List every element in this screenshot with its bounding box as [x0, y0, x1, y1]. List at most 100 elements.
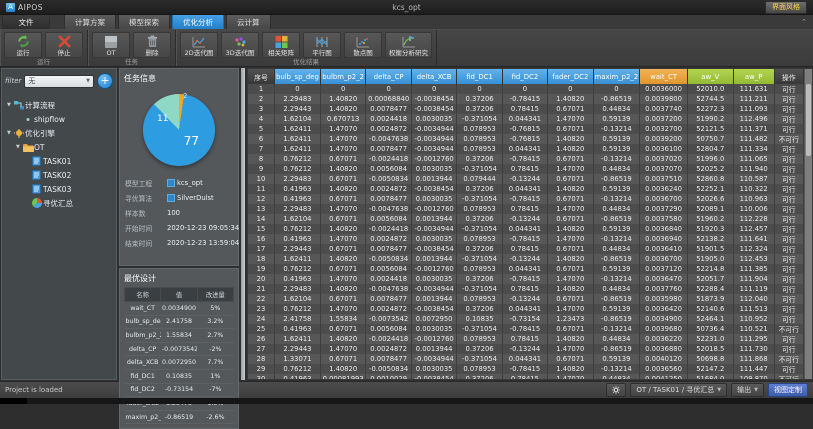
output-button[interactable]: 输出 ▼ [731, 383, 764, 397]
column-header[interactable]: fid_DC2 [502, 69, 547, 84]
column-header[interactable]: 序号 [248, 69, 275, 84]
tab-4[interactable]: 云计算 [226, 14, 271, 29]
ribbon-button[interactable]: 3D迭代图 [221, 32, 259, 58]
ribbon-button[interactable]: 删除 [133, 32, 171, 58]
ribbon-button[interactable]: 权衡分析研究 [385, 32, 432, 58]
settings-button[interactable] [606, 383, 626, 397]
table-row[interactable]: 272.294431.470700.00248720.00139440.3720… [248, 344, 804, 354]
view-customize-button[interactable]: 视图定制 [768, 383, 808, 397]
table-row[interactable]: 141.621040.670710.00560840.00139440.3720… [248, 214, 804, 224]
table-row[interactable]: 250.419630.670710.00560840.0030035-0.371… [248, 324, 804, 334]
scrollbar-thumb[interactable] [806, 84, 811, 156]
column-header[interactable]: aw_V [687, 69, 733, 84]
table-row[interactable]: 1000000000.003600052010.0111.631可行 [248, 84, 804, 94]
table-row[interactable]: 300.419630.000819930.0010029-0.00384540.… [248, 374, 804, 380]
best-design-row[interactable]: wait_CT 0.0034900 5% [125, 302, 234, 316]
tab-0[interactable]: 文件 [2, 14, 50, 29]
sidebar-item-shipflow[interactable]: shipflow [5, 112, 113, 126]
table-row[interactable]: 90.762121.408200.00560840.0030035-0.3710… [248, 164, 804, 174]
tradeoff-icon [401, 34, 416, 49]
table-row[interactable]: 290.762121.40820-0.00508340.00300350.078… [248, 364, 804, 374]
tab-1[interactable]: 计算方案 [64, 14, 116, 29]
results-table: 序号bulb_sp_degbulbm_p2_2delta_CPdelta_XCB… [248, 69, 804, 380]
sidebar-item-task03[interactable]: TASK03 [5, 182, 113, 196]
column-header[interactable]: wait_CT [640, 69, 688, 84]
column-header[interactable]: fid_DC1 [457, 69, 502, 84]
best-design-row[interactable]: bulbm_p2_2 1.55834 2.7% [125, 329, 234, 343]
tab-2[interactable]: 模型探索 [118, 14, 170, 29]
best-design-row[interactable]: delta_CP -0.0073542 -2% [125, 342, 234, 356]
table-row[interactable]: 61.624111.47070-0.0047638-0.00349440.078… [248, 134, 804, 144]
best-design-row[interactable]: bulb_sp_deg 2.41758 3.2% [125, 315, 234, 329]
column-header[interactable]: delta_CP [366, 69, 411, 84]
column-header[interactable]: 操作 [774, 69, 803, 84]
status-message: Project is loaded [5, 386, 63, 394]
ribbon-button[interactable]: 散点图 [344, 32, 382, 58]
best-design-row[interactable]: delta_XCB 0.0072950 7.7% [125, 356, 234, 370]
ribbon-button[interactable]: 平行图 [303, 32, 341, 58]
table-row[interactable]: 32.294431.408200.0078477-0.00384540.3720… [248, 104, 804, 114]
table-row[interactable]: 80.762120.67071-0.0024418-0.00127600.372… [248, 154, 804, 164]
scatter-icon [356, 34, 370, 49]
best-design-row[interactable]: fid_DC1 0.10835 1% [125, 369, 234, 383]
table-row[interactable]: 230.762121.470700.0024872-0.00384540.372… [248, 304, 804, 314]
column-header[interactable]: bulb_sp_deg [275, 69, 321, 84]
table-row[interactable]: 221.621040.670710.00784770.00139440.0789… [248, 294, 804, 304]
tab-3[interactable]: 优化分析 [172, 14, 224, 29]
table-row[interactable]: 110.419631.408200.0024872-0.00384540.372… [248, 184, 804, 194]
status-cell: 不可行 [774, 374, 803, 380]
table-row[interactable]: 181.624111.40820-0.00508340.0013944-0.37… [248, 254, 804, 264]
table-row[interactable]: 71.624111.470700.0078477-0.00349440.0789… [248, 144, 804, 154]
column-header[interactable]: fader_DC2 [548, 69, 593, 84]
table-scrollbar[interactable] [804, 69, 812, 379]
expander-icon[interactable]: ▼ [16, 144, 23, 150]
table-row[interactable]: 160.419631.470700.00248720.00300350.0789… [248, 234, 804, 244]
table-row[interactable]: 132.294831.47070-0.0047638-0.00127600.07… [248, 204, 804, 214]
table-row[interactable]: 102.294830.67071-0.00508340.00139440.079… [248, 174, 804, 184]
best-design-row[interactable]: fid_DC2 -0.73154 -7% [125, 383, 234, 397]
table-row[interactable]: 200.419631.470700.00244180.00300350.3720… [248, 274, 804, 284]
ribbon-button[interactable]: 相关矩阵 [262, 32, 300, 58]
table-row[interactable]: 190.762120.670710.0056084-0.00127600.078… [248, 264, 804, 274]
ribbon-collapse-chevron[interactable]: ⌃ [801, 18, 807, 26]
sidebar-item-task01[interactable]: TASK01 [5, 154, 113, 168]
column-header[interactable]: aw_P [733, 69, 774, 84]
table-row[interactable]: 51.624111.470700.0024872-0.00349440.0789… [248, 124, 804, 134]
sidebar-item-task02[interactable]: TASK02 [5, 168, 113, 182]
best-col-header: 值 [161, 288, 197, 302]
ribbon-button[interactable]: 停止 [45, 32, 83, 58]
filter-select[interactable]: 无 ▼ [24, 75, 94, 88]
style-button[interactable]: 界面风格 [765, 1, 807, 14]
expander-icon[interactable]: ▼ [7, 130, 14, 136]
table-row[interactable]: 22.294831.408200.00068840-0.00384540.372… [248, 94, 804, 104]
add-button[interactable]: + [97, 73, 113, 89]
flow-icon [14, 100, 25, 110]
table-row[interactable]: 261.624111.40820-0.0024418-0.00127600.07… [248, 334, 804, 344]
bottom-strip [0, 398, 813, 404]
status-cell: 不可行 [774, 134, 803, 144]
window-title: kcs_opt [0, 3, 813, 12]
table-row[interactable]: 150.762121.40820-0.0024418-0.0034944-0.3… [248, 224, 804, 234]
table-row[interactable]: 172.294430.670710.0078477-0.00384540.372… [248, 244, 804, 254]
column-header[interactable]: maxim_p2_2 [593, 69, 640, 84]
table-row[interactable]: 41.621040.6707130.00244180.0030035-0.371… [248, 114, 804, 124]
table-row[interactable]: 242.417581.55834-0.00735420.00729500.108… [248, 314, 804, 324]
sidebar-item-ot-folder[interactable]: ▼ OT [5, 140, 113, 154]
ribbon-button[interactable]: 运行 [4, 32, 42, 58]
breadcrumb[interactable]: OT / TASK01 / 寻优汇总 ▼ [630, 383, 727, 397]
sidebar-item-opt-engine[interactable]: ▼ 优化引擎 [5, 126, 113, 140]
table-row[interactable]: 281.330710.670710.0078477-0.0034944-0.37… [248, 354, 804, 364]
ribbon-button[interactable]: OT [92, 32, 130, 58]
pie-label-feasible: 77 [184, 134, 199, 148]
table-row[interactable]: 212.294831.40820-0.0047638-0.0034944-0.3… [248, 284, 804, 294]
expander-icon[interactable]: ▼ [7, 102, 14, 108]
column-header[interactable]: bulbm_p2_2 [320, 69, 366, 84]
sidebar-item-summary[interactable]: 寻优汇总 [5, 196, 113, 210]
sidebar-item-calc-flow[interactable]: ▼ 计算流程 [5, 98, 113, 112]
ribbon-button[interactable]: 2D迭代图 [180, 32, 218, 58]
table-row[interactable]: 120.419630.670710.00784770.0030035-0.371… [248, 194, 804, 204]
column-header[interactable]: delta_XCB [411, 69, 456, 84]
best-design-row[interactable]: maxim_p2_2 -0.86519 -2.6% [125, 410, 234, 424]
status-cell: 可行 [774, 204, 803, 214]
panel-splitter[interactable] [241, 68, 245, 380]
